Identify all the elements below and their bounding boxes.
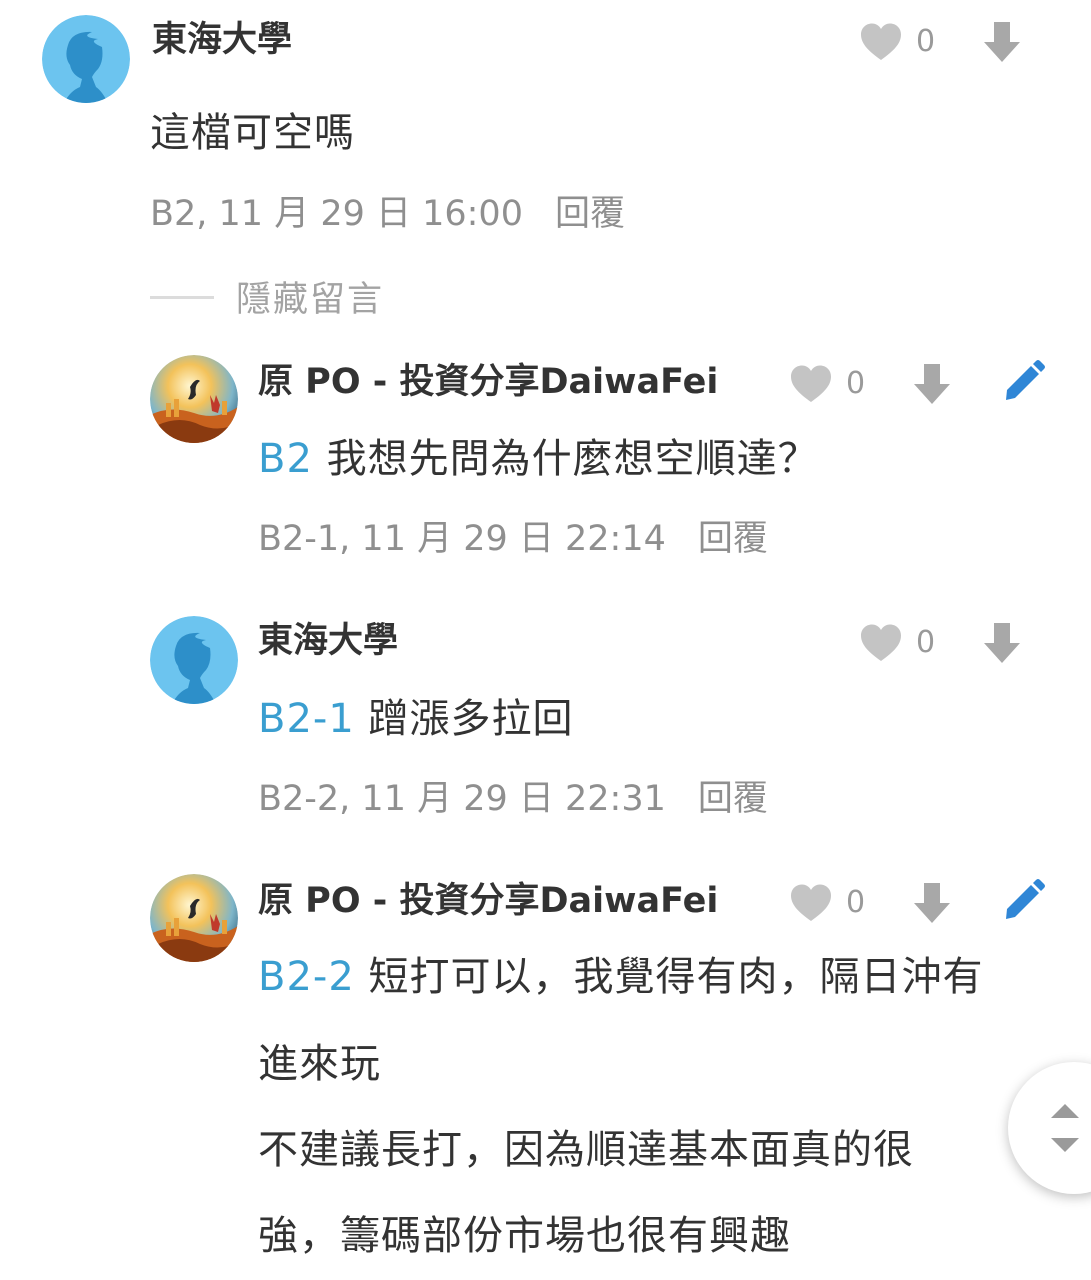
- heart-icon[interactable]: [789, 883, 833, 923]
- like-count: 0: [916, 24, 936, 59]
- illustrated-avatar-icon: [150, 874, 238, 962]
- like-count: 0: [846, 366, 866, 401]
- edit-pencil-icon[interactable]: [1003, 879, 1045, 921]
- comment-body-line: 不建議長打，因為順達基本面真的很: [258, 1127, 914, 1173]
- downvote-arrow-icon[interactable]: [912, 881, 952, 925]
- downvote-arrow-icon[interactable]: [982, 20, 1022, 64]
- comment-body-line: B2-2 短打可以，我覺得有肉，隔日沖有: [258, 952, 984, 1002]
- avatar[interactable]: [150, 616, 238, 704]
- comment-body-line: 進來玩: [258, 1041, 381, 1087]
- comment-meta: B2, 11 月 29 日 16:00 回覆: [150, 192, 625, 236]
- default-person-icon: [42, 15, 130, 103]
- downvote-arrow-icon[interactable]: [912, 362, 952, 406]
- comment-meta: B2-2, 11 月 29 日 22:31 回覆: [258, 777, 768, 821]
- author-name[interactable]: 東海大學: [152, 18, 292, 62]
- timestamp: B2, 11 月 29 日 16:00: [150, 194, 523, 234]
- avatar[interactable]: [42, 15, 130, 103]
- default-person-icon: [150, 616, 238, 704]
- comment-body-line: 強，籌碼部份市場也很有興趣: [258, 1213, 791, 1259]
- like-count: 0: [846, 885, 866, 920]
- heart-icon[interactable]: [859, 22, 903, 62]
- avatar[interactable]: [150, 874, 238, 962]
- timestamp: B2-1, 11 月 29 日 22:14: [258, 519, 666, 559]
- like-count: 0: [916, 625, 936, 660]
- comment-body: 這檔可空嗎: [150, 108, 355, 158]
- reply-tag-link[interactable]: B2-2: [258, 954, 355, 1000]
- illustrated-avatar-icon: [150, 355, 238, 443]
- comment-text: 我想先問為什麼想空順達？: [326, 436, 819, 482]
- comment-text: 這檔可空嗎: [150, 110, 355, 156]
- hide-replies-button[interactable]: 隱藏留言: [236, 278, 384, 322]
- avatar[interactable]: [150, 355, 238, 443]
- downvote-arrow-icon[interactable]: [982, 621, 1022, 665]
- comment-text: 蹭漲多拉回: [368, 696, 574, 742]
- reply-tag-link[interactable]: B2-1: [258, 696, 355, 742]
- heart-icon[interactable]: [789, 364, 833, 404]
- reply-button[interactable]: 回覆: [698, 779, 768, 819]
- heart-icon[interactable]: [859, 623, 903, 663]
- reply-button[interactable]: 回覆: [698, 519, 768, 559]
- reply-button[interactable]: 回覆: [555, 194, 625, 234]
- comment-meta: B2-1, 11 月 29 日 22:14 回覆: [258, 517, 768, 561]
- comment-body: B2 我想先問為什麼想空順達？: [258, 434, 819, 484]
- comment-body: B2-1 蹭漲多拉回: [258, 694, 574, 744]
- reply-tag-link[interactable]: B2: [258, 436, 313, 482]
- edit-pencil-icon[interactable]: [1003, 360, 1045, 402]
- author-name[interactable]: 原 PO - 投資分享DaiwaFei: [258, 879, 718, 923]
- scroll-toggle-button[interactable]: [1008, 1062, 1091, 1194]
- comment-text: 短打可以，我覺得有肉，隔日沖有: [368, 954, 984, 1000]
- scroll-up-down-icon: [1051, 1104, 1079, 1152]
- author-name[interactable]: 東海大學: [258, 619, 398, 663]
- author-name[interactable]: 原 PO - 投資分享DaiwaFei: [258, 360, 718, 404]
- timestamp: B2-2, 11 月 29 日 22:31: [258, 779, 666, 819]
- divider: [150, 296, 214, 299]
